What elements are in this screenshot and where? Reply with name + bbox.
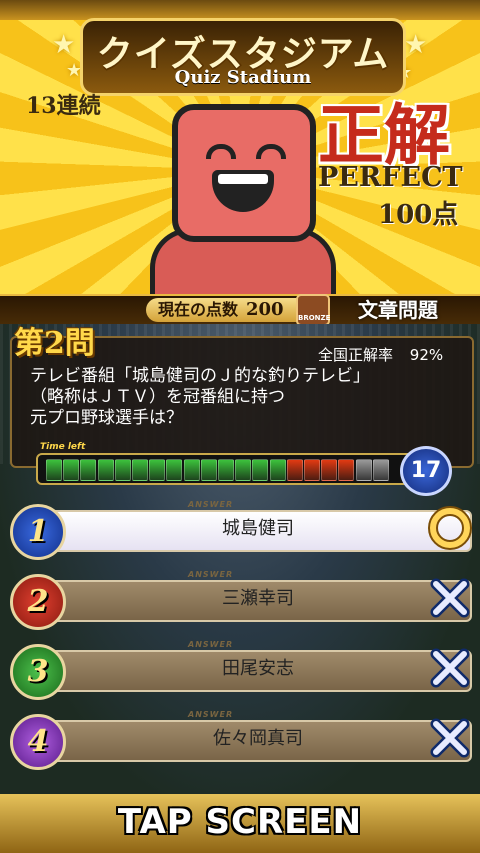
timer-segment <box>63 459 80 481</box>
timer-segment <box>355 459 372 481</box>
wrong-cross-icon <box>430 718 470 758</box>
timer-segment <box>46 459 62 481</box>
question-text: テレビ番組「城島健司のＪ的な釣りテレビ」 （略称はＪＴＶ）を冠番組に持つ 元プロ… <box>30 366 460 429</box>
answer-number-badge: 2 <box>10 574 66 630</box>
answer-tag: ANSWER <box>188 570 234 579</box>
rank-badge-label: BRONZE <box>298 314 331 322</box>
timer-segment <box>338 459 355 481</box>
tap-screen-bar[interactable]: TAP SCREEN <box>0 794 480 853</box>
answer-tag: ANSWER <box>188 640 234 649</box>
timer-segment <box>183 459 200 481</box>
timer-segment <box>218 459 234 481</box>
mascot-eye <box>206 144 236 159</box>
timer-segment <box>166 459 183 481</box>
answer-number-badge: 1 <box>10 504 66 560</box>
star-icon: ★ <box>404 30 428 60</box>
tap-screen-label: TAP SCREEN <box>117 802 363 842</box>
question-line: 元プロ野球選手は？ <box>30 408 183 428</box>
timer-segment <box>200 459 217 481</box>
answer-text: 城島健司 <box>222 518 294 539</box>
timer-seconds: 17 <box>400 446 452 496</box>
rate-label: 全国正解率 <box>318 346 394 364</box>
question-number: 第2問 <box>14 326 95 361</box>
answer-text: 田尾安志 <box>222 658 294 679</box>
top-frame <box>0 0 480 20</box>
wrong-cross-icon <box>430 578 470 618</box>
timer-segment <box>321 459 338 481</box>
result-banner: ★ ★ ★ ★ クイズスタジアム Quiz Stadium 13連続 正解 PE… <box>0 0 480 303</box>
answer-tag: ANSWER <box>188 500 234 509</box>
score-value: 200 <box>246 299 284 320</box>
answer-option-2[interactable]: ANSWER 三瀬幸司 2 <box>8 570 472 630</box>
timer-segment <box>97 459 114 481</box>
grade-label: PERFECT <box>318 162 463 193</box>
rate-value: 92% <box>409 346 444 364</box>
answer-number-badge: 4 <box>10 714 66 770</box>
correct-circle-icon <box>428 506 472 550</box>
timer-segment <box>235 459 252 481</box>
timer-segment <box>286 459 303 481</box>
question-line: （略称はＪＴＶ）を冠番組に持つ <box>30 387 285 407</box>
answer-text: 佐々岡真司 <box>213 728 303 749</box>
timer-segment <box>304 459 320 481</box>
timer-segment <box>80 459 97 481</box>
question-line: テレビ番組「城島健司のＪ的な釣りテレビ」 <box>30 366 370 386</box>
mascot-eye <box>256 144 286 159</box>
quiz-result-screen[interactable]: ★ ★ ★ ★ クイズスタジアム Quiz Stadium 13連続 正解 PE… <box>0 0 480 853</box>
question-category: 文章問題 <box>358 298 438 322</box>
streak-count: 13連続 <box>26 93 101 119</box>
score-label: 現在の点数 <box>158 300 239 319</box>
timer-segment <box>252 459 269 481</box>
mascot-icon <box>172 104 316 242</box>
answer-option-3[interactable]: ANSWER 田尾安志 3 <box>8 640 472 700</box>
mascot-mouth <box>212 170 274 212</box>
answer-option-1[interactable]: ANSWER 城島健司 1 <box>8 500 472 560</box>
timer-segment <box>372 459 389 481</box>
timer-segment <box>269 459 286 481</box>
wrong-cross-icon <box>430 648 470 688</box>
timer-segment <box>132 459 148 481</box>
timer-segment <box>149 459 166 481</box>
timer-label: Time left <box>40 442 86 452</box>
answer-tag: ANSWER <box>188 710 234 719</box>
star-icon: ★ <box>52 30 76 60</box>
timer-bar <box>36 453 420 485</box>
answer-text: 三瀬幸司 <box>222 588 294 609</box>
current-score-plate: 現在の点数 200 <box>146 298 316 322</box>
answer-number-badge: 3 <box>10 644 66 700</box>
answer-option-4[interactable]: ANSWER 佐々岡真司 4 <box>8 710 472 770</box>
national-correct-rate: 全国正解率 92% <box>318 344 443 365</box>
points-gained: 100点 <box>378 200 459 230</box>
bronze-chest-icon: BRONZE <box>296 294 330 326</box>
timer-segment <box>114 459 131 481</box>
